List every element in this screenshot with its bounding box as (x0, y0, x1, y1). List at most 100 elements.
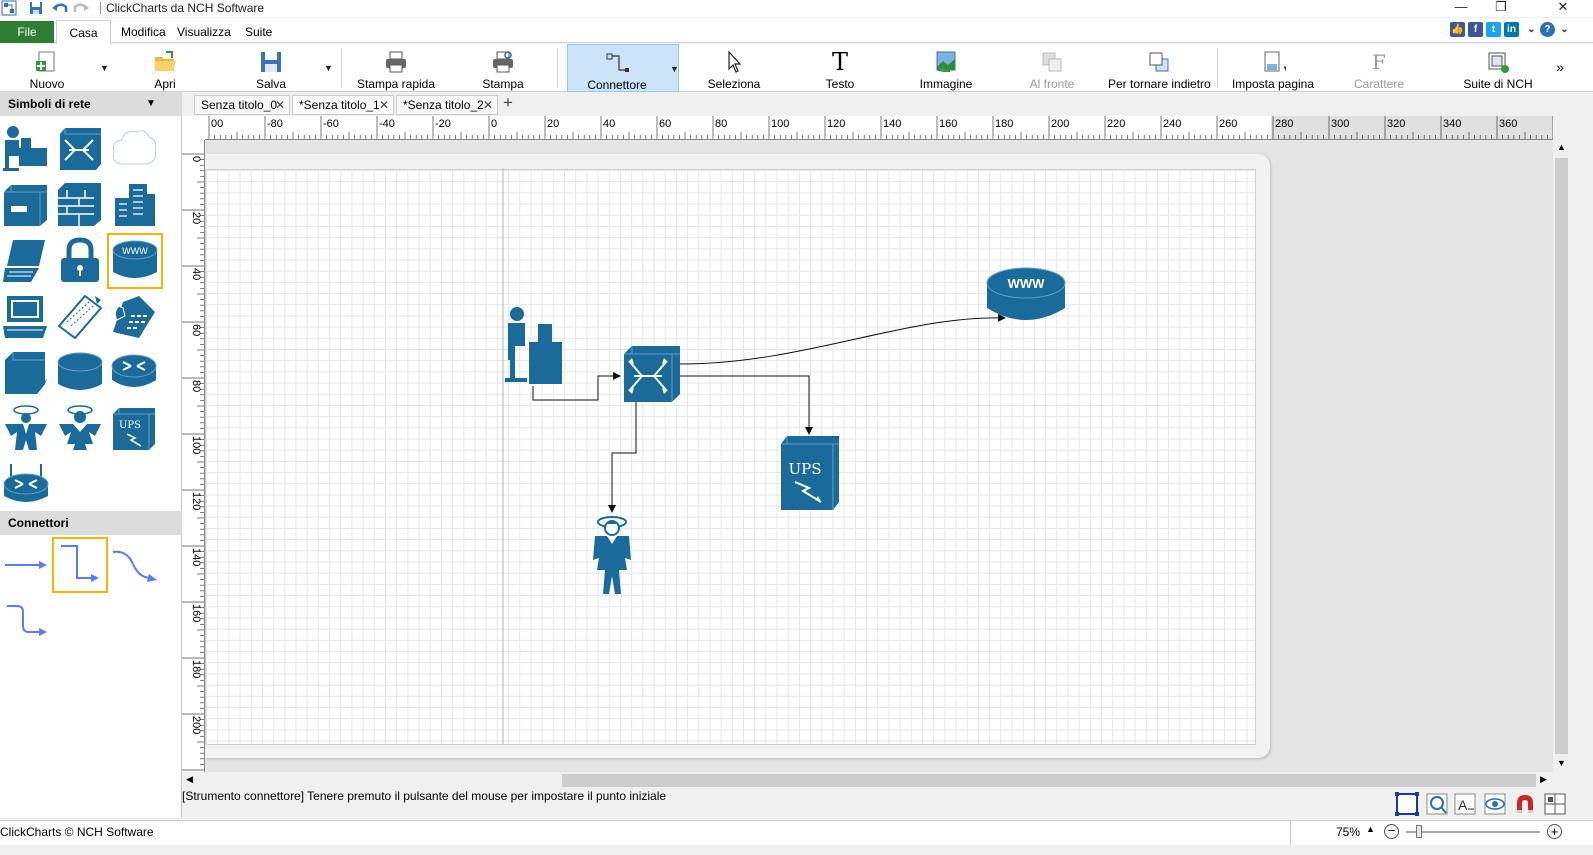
save-quick-icon[interactable] (28, 0, 44, 16)
user-female-icon[interactable] (55, 404, 105, 454)
elbow-connector-icon[interactable] (52, 537, 108, 593)
zoom-in-button[interactable]: + (1547, 824, 1562, 839)
close-button[interactable]: ✕ (1540, 0, 1586, 17)
connector-switch-to-user[interactable] (608, 402, 637, 513)
text-spellcheck-icon[interactable]: A (1452, 791, 1478, 817)
drawing-canvas[interactable]: WWW UPS (205, 140, 1553, 772)
layout-grid-icon[interactable] (1542, 791, 1568, 817)
vertical-scroll-thumb[interactable] (1555, 158, 1568, 754)
tab-visualizza[interactable]: Visualizza (167, 22, 241, 43)
tablet-pen-icon[interactable] (55, 292, 105, 342)
open-button[interactable]: Apri (128, 44, 202, 92)
laptop-icon[interactable] (1, 236, 51, 286)
zoom-dropdown-icon[interactable]: ▲ (1366, 824, 1375, 834)
www-database-icon[interactable]: WWW (107, 233, 163, 289)
doc-tab-2[interactable]: *Senza titolo_2 ✕ (396, 95, 498, 115)
fit-page-icon[interactable] (1394, 791, 1420, 817)
send-back-button[interactable]: Per tornare indietro (1108, 44, 1211, 92)
zoom-out-button[interactable]: − (1384, 824, 1399, 839)
print-button[interactable]: Stampa (466, 44, 540, 92)
rounded-elbow-connector-icon[interactable] (1, 596, 51, 646)
quick-print-button[interactable]: Stampa rapida (352, 44, 440, 92)
canvas-user-female[interactable] (593, 516, 631, 594)
select-button[interactable]: Seleziona (697, 44, 771, 92)
scroll-up-icon[interactable]: ▲ (1557, 142, 1566, 152)
canvas-workstation-user[interactable] (505, 307, 562, 384)
tab-suite[interactable]: Suite (235, 22, 282, 43)
ups-icon[interactable]: UPS (109, 404, 159, 454)
zoom-level[interactable]: 75% (1336, 825, 1360, 839)
zoom-page-icon[interactable] (1424, 791, 1450, 817)
cloud-icon[interactable] (109, 124, 159, 174)
lock-icon[interactable] (55, 236, 105, 286)
font-button[interactable]: F Carattere (1340, 44, 1418, 92)
twitter-icon[interactable]: t (1486, 22, 1501, 37)
new-button[interactable]: Nuovo (10, 44, 84, 92)
canvas-ups[interactable]: UPS (781, 436, 839, 510)
firewall-icon[interactable] (55, 180, 105, 230)
close-tab-icon[interactable]: ✕ (379, 96, 389, 114)
document-server-icon[interactable] (1, 348, 51, 398)
like-icon[interactable]: 👍 (1450, 22, 1465, 37)
nch-suite-button[interactable]: Suite di NCH (1456, 44, 1540, 92)
canvas-switch[interactable] (624, 346, 680, 402)
chevron-down-icon[interactable]: ⌄ (1524, 22, 1539, 37)
help-icon[interactable]: ? (1540, 22, 1555, 37)
svg-text:A: A (1458, 797, 1468, 813)
save-dropdown-icon[interactable]: ▼ (324, 64, 333, 73)
straight-connector-icon[interactable] (1, 540, 51, 590)
linkedin-icon[interactable]: in (1504, 22, 1519, 37)
tab-file[interactable]: File (0, 21, 54, 43)
connector-button[interactable]: Connettore ▼ (567, 44, 679, 92)
database-icon[interactable] (55, 348, 105, 398)
tab-casa[interactable]: Casa (56, 20, 111, 44)
undo-icon[interactable] (51, 0, 69, 16)
desktop-computer-icon[interactable] (1, 292, 51, 342)
connectors-header[interactable]: Connettori (0, 511, 182, 535)
scroll-left-icon[interactable]: ◀ (186, 774, 193, 785)
image-button[interactable]: Immagine (909, 44, 983, 92)
building-icon[interactable] (109, 180, 159, 230)
eye-icon[interactable] (1482, 791, 1508, 817)
workstation-user-icon[interactable] (1, 124, 51, 174)
restore-button[interactable]: ❐ (1478, 0, 1524, 17)
horizontal-ruler[interactable]: 00 -80 -60 -40 -20 0 20 40 60 80 100 120 140 160 180 20… (205, 116, 1553, 140)
curved-connector-icon[interactable] (109, 540, 159, 590)
close-tab-icon[interactable]: ✕ (275, 96, 285, 114)
router-icon[interactable] (109, 348, 159, 398)
bring-front-button[interactable]: Al fronte (1015, 44, 1089, 92)
save-button[interactable]: Salva (234, 44, 308, 92)
redo-icon[interactable] (72, 0, 90, 16)
add-tab-button[interactable]: + (503, 93, 513, 113)
horizontal-scroll-thumb[interactable] (562, 774, 1536, 787)
scroll-down-icon[interactable]: ▼ (1557, 758, 1566, 768)
connector-switch-to-www[interactable] (679, 313, 1006, 365)
phone-icon[interactable] (109, 292, 159, 342)
zoom-slider-thumb[interactable] (1416, 825, 1422, 838)
page-setup-button[interactable]: ▼ Imposta pagina (1230, 44, 1316, 92)
connector-switch-to-ups[interactable] (680, 375, 813, 435)
server-box-icon[interactable] (1, 180, 51, 230)
new-dropdown-icon[interactable]: ▼ (100, 64, 109, 73)
doc-tab-1[interactable]: *Senza titolo_1 ✕ (292, 95, 394, 115)
switch-icon[interactable] (55, 124, 105, 174)
connector-dropdown-icon[interactable]: ▼ (670, 65, 679, 74)
scroll-right-icon[interactable]: ▶ (1540, 774, 1547, 785)
vertical-ruler[interactable]: 02040608010012014016018020020 (182, 140, 205, 772)
ups-symbol-text: UPS (119, 420, 141, 431)
help-dropdown-icon[interactable]: ⌄ (1557, 22, 1572, 37)
close-tab-icon[interactable]: ✕ (483, 96, 493, 114)
facebook-icon[interactable]: f (1468, 22, 1483, 37)
wireless-router-icon[interactable] (1, 460, 51, 510)
user-male-icon[interactable] (1, 404, 51, 454)
zoom-slider-track[interactable] (1406, 831, 1540, 833)
tab-modifica[interactable]: Modifica (111, 22, 176, 43)
symbols-header[interactable]: Simboli di rete ▼ (0, 92, 182, 116)
toolbar-more-button[interactable]: » (1552, 44, 1568, 92)
text-button[interactable]: T Testo (803, 44, 877, 92)
magnet-snap-icon[interactable] (1512, 791, 1538, 817)
vertical-scrollbar[interactable]: ▲ ▼ (1553, 140, 1570, 772)
canvas-www-database[interactable]: WWW (986, 267, 1066, 320)
horizontal-scrollbar[interactable]: ◀ ▶ (182, 772, 1553, 789)
doc-tab-0[interactable]: Senza titolo_0 ✕ (194, 95, 290, 115)
